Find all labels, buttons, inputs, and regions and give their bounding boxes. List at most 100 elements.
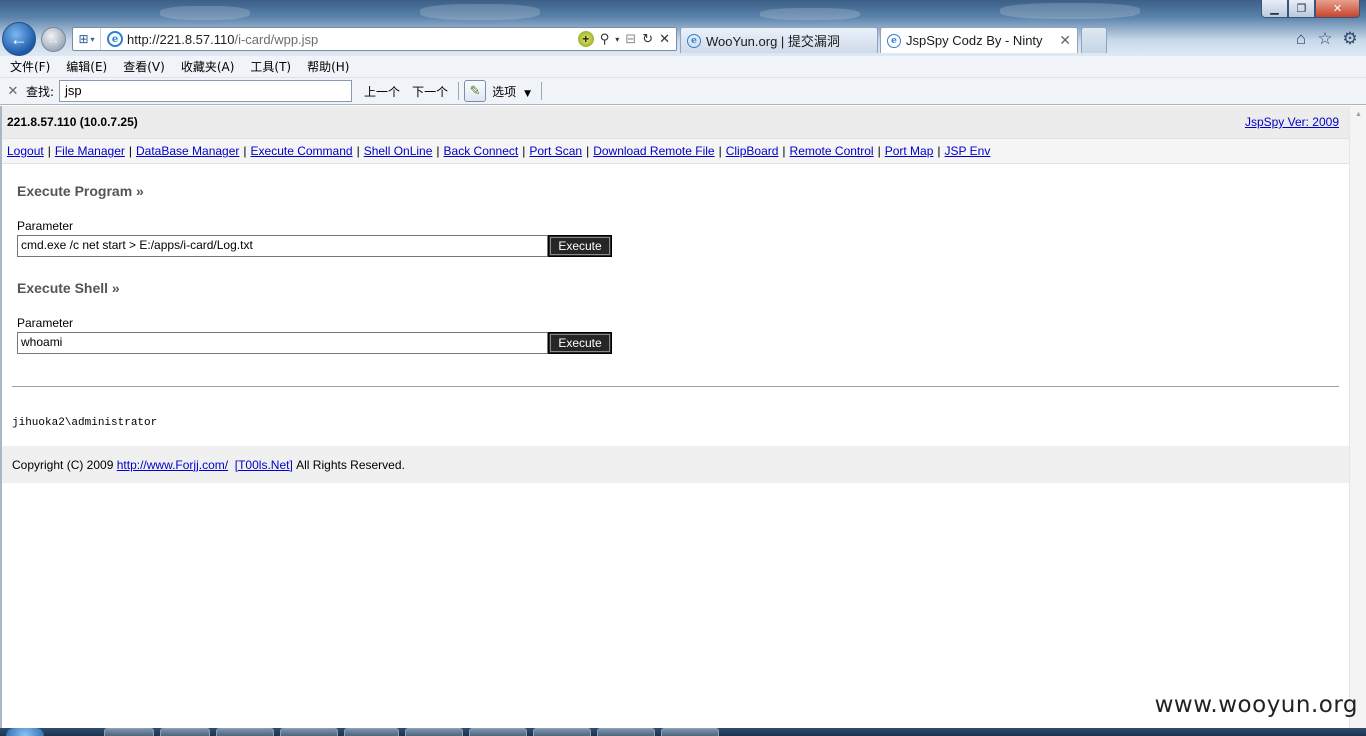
nav-database-manager[interactable]: DataBase Manager	[136, 144, 239, 158]
rights-text: All Rights Reserved.	[296, 457, 405, 472]
host-info: 221.8.57.110 (10.0.7.25)	[7, 115, 138, 129]
nav-separator: |	[522, 144, 526, 158]
execute-shell-button[interactable]: Execute	[548, 332, 612, 354]
menu-file[interactable]: 文件(F)	[4, 58, 56, 75]
caret-down-icon: ▼	[524, 88, 532, 99]
taskbar-item[interactable]	[216, 728, 274, 736]
nav-separator: |	[243, 144, 247, 158]
url-input[interactable]: http://221.8.57.110/i-card/wpp.jsp	[127, 32, 578, 47]
background-decoration	[760, 8, 860, 20]
nav-logout[interactable]: Logout	[7, 144, 44, 158]
nav-back-connect[interactable]: Back Connect	[444, 144, 519, 158]
find-options-button[interactable]: 选项 ▼	[492, 83, 531, 100]
back-button[interactable]: ←	[2, 22, 36, 56]
nav-shell-online[interactable]: Shell OnLine	[364, 144, 433, 158]
maximize-button[interactable]: ❐	[1288, 0, 1315, 18]
menu-view[interactable]: 查看(V)	[117, 58, 171, 75]
program-parameter-input[interactable]: cmd.exe /c net start > E:/apps/i-card/Lo…	[17, 235, 548, 257]
chevron-down-icon[interactable]: ▾	[615, 35, 619, 44]
new-tab-button[interactable]	[1081, 27, 1107, 53]
nav-execute-command[interactable]: Execute Command	[251, 144, 353, 158]
menu-help[interactable]: 帮助(H)	[301, 58, 355, 75]
forjj-link[interactable]: http://www.Forjj.com/	[117, 458, 228, 472]
nav-separator: |	[436, 144, 440, 158]
nav-file-manager[interactable]: File Manager	[55, 144, 125, 158]
taskbar-item[interactable]	[469, 728, 527, 736]
divider	[12, 386, 1339, 387]
favorites-star-icon[interactable]: ☆	[1315, 29, 1335, 49]
menu-tools[interactable]: 工具(T)	[244, 58, 297, 75]
background-decoration	[420, 4, 540, 20]
execute-program-section: Execute Program » Parameter cmd.exe /c n…	[2, 183, 1349, 257]
nav-port-scan[interactable]: Port Scan	[529, 144, 582, 158]
taskbar-item[interactable]	[405, 728, 463, 736]
tab-jspspy[interactable]: e JspSpy Codz By - Ninty ✕	[880, 27, 1078, 53]
add-favorite-button[interactable]: ⊞ ▾	[73, 28, 101, 50]
ie-page-icon: e	[107, 31, 123, 47]
refresh-icon[interactable]: ↻	[642, 31, 653, 47]
gear-icon[interactable]: ⚙	[1340, 29, 1360, 49]
background-decoration	[160, 6, 250, 20]
forward-button[interactable]: →	[41, 27, 66, 52]
nav-separator: |	[782, 144, 786, 158]
close-tab-icon[interactable]: ✕	[1059, 32, 1071, 49]
page-footer: Copyright (C) 2009 http://www.Forjj.com/…	[2, 446, 1349, 483]
taskbar-item[interactable]	[160, 728, 210, 736]
taskbar-item[interactable]	[661, 728, 719, 736]
jspspy-page: 221.8.57.110 (10.0.7.25) JspSpy Ver: 200…	[2, 106, 1349, 483]
menu-favorites[interactable]: 收藏夹(A)	[175, 58, 241, 75]
window-controls: ▁ ❐ ✕	[1261, 0, 1360, 18]
find-next-button[interactable]: 下一个	[412, 83, 448, 100]
options-label: 选项	[492, 84, 517, 99]
find-bar: ✕ 查找: jsp 上一个 下一个 ✎ 选项 ▼	[0, 78, 1366, 105]
watermark: www.wooyun.org	[1154, 692, 1358, 718]
section-title: Execute Shell »	[17, 280, 120, 296]
rss-icon[interactable]: ⊟	[625, 31, 636, 47]
parameter-label: Parameter	[17, 316, 74, 330]
section-title: Execute Program »	[17, 183, 144, 199]
find-input[interactable]: jsp	[59, 80, 353, 102]
address-bar[interactable]: ⊞ ▾ e http://221.8.57.110/i-card/wpp.jsp …	[72, 27, 677, 51]
find-previous-button[interactable]: 上一个	[364, 83, 400, 100]
stop-icon[interactable]: ✕	[659, 31, 670, 47]
taskbar-item[interactable]	[344, 728, 399, 736]
taskbar-item[interactable]	[597, 728, 655, 736]
minimize-button[interactable]: ▁	[1261, 0, 1288, 18]
taskbar-item[interactable]	[104, 728, 154, 736]
arrow-left-icon: ←	[10, 28, 28, 49]
taskbar-item[interactable]	[280, 728, 338, 736]
menu-edit[interactable]: 编辑(E)	[60, 58, 113, 75]
close-window-button[interactable]: ✕	[1315, 0, 1360, 18]
nav-remote-control[interactable]: Remote Control	[790, 144, 874, 158]
tab-wooyun[interactable]: e WooYun.org | 提交漏洞	[680, 27, 878, 53]
ie-page-icon: e	[887, 33, 901, 48]
compatibility-view-icon[interactable]: +	[577, 31, 594, 47]
nav-separator: |	[128, 144, 132, 158]
start-button[interactable]	[6, 728, 44, 736]
ie-page-icon: e	[687, 33, 701, 48]
nav-separator: |	[877, 144, 881, 158]
taskbar-item[interactable]	[533, 728, 591, 736]
nav-download-remote-file[interactable]: Download Remote File	[593, 144, 714, 158]
nav-separator: |	[718, 144, 722, 158]
nav-separator: |	[356, 144, 360, 158]
nav-links: Logout | File Manager | DataBase Manager | …	[2, 138, 1349, 164]
highlight-matches-button[interactable]: ✎	[464, 80, 487, 102]
version-link[interactable]: JspSpy Ver: 2009	[1245, 115, 1339, 129]
close-find-icon[interactable]: ✕	[0, 83, 26, 99]
nav-clipboard[interactable]: ClipBoard	[726, 144, 779, 158]
nav-separator: |	[586, 144, 590, 158]
nav-jsp-env[interactable]: JSP Env	[945, 144, 991, 158]
home-icon[interactable]: ⌂	[1291, 29, 1311, 49]
nav-port-map[interactable]: Port Map	[885, 144, 934, 158]
chevron-down-icon: ▾	[90, 34, 95, 44]
execute-program-button[interactable]: Execute	[548, 235, 612, 257]
search-icon[interactable]: ⚲	[600, 31, 610, 47]
vertical-scrollbar[interactable]: ▲	[1349, 106, 1366, 728]
taskbar	[0, 728, 1366, 736]
scroll-up-arrow-icon[interactable]: ▲	[1350, 106, 1366, 123]
t00ls-link[interactable]: [T00ls.Net]	[235, 458, 293, 472]
shell-parameter-input[interactable]: whoami	[17, 332, 548, 354]
parameter-row: whoami Execute	[17, 332, 1349, 354]
header-row: 221.8.57.110 (10.0.7.25) JspSpy Ver: 200…	[2, 106, 1349, 138]
